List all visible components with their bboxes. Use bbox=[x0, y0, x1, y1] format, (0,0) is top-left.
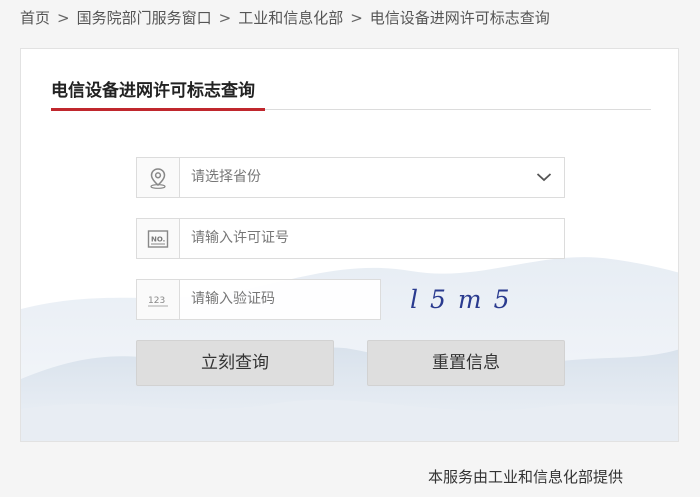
breadcrumb-miit[interactable]: 工业和信息化部 bbox=[238, 9, 343, 27]
breadcrumb-separator: > bbox=[350, 9, 363, 27]
license-number-placeholder: 请输入许可证号 bbox=[191, 230, 289, 246]
chevron-down-icon bbox=[536, 173, 552, 182]
provider-footer-text: 本服务由工业和信息化部提供 bbox=[428, 468, 624, 486]
reset-button[interactable]: 重置信息 bbox=[367, 340, 565, 386]
svg-text:NO.: NO. bbox=[151, 235, 165, 243]
card-title: 电信设备进网许可标志查询 bbox=[51, 81, 255, 101]
query-button[interactable]: 立刻查询 bbox=[136, 340, 334, 386]
captcha-placeholder: 请输入验证码 bbox=[191, 291, 275, 307]
province-select[interactable]: 请选择省份 bbox=[136, 157, 565, 198]
license-number-input[interactable]: NO. 请输入许可证号 bbox=[136, 218, 565, 259]
captcha-input[interactable]: 123 请输入验证码 bbox=[136, 279, 381, 320]
breadcrumb: 首页 > 国务院部门服务窗口 > 工业和信息化部 > 电信设备进网许可标志查询 bbox=[20, 6, 550, 30]
title-row: 电信设备进网许可标志查询 bbox=[51, 77, 651, 111]
captcha-image[interactable]: l5m5 bbox=[410, 282, 550, 318]
numeric-123-icon: 123 bbox=[137, 280, 180, 319]
breadcrumb-state-council[interactable]: 国务院部门服务窗口 bbox=[77, 9, 212, 27]
license-no-icon: NO. bbox=[137, 219, 180, 258]
title-accent-underline bbox=[51, 108, 265, 111]
svg-text:123: 123 bbox=[148, 296, 165, 306]
query-card: 电信设备进网许可标志查询 请选择省份 NO. 请输入许可证号 123 请输入验证… bbox=[20, 48, 679, 442]
breadcrumb-current: 电信设备进网许可标志查询 bbox=[369, 9, 550, 27]
breadcrumb-separator: > bbox=[218, 9, 232, 27]
breadcrumb-home[interactable]: 首页 bbox=[20, 9, 50, 27]
province-select-placeholder: 请选择省份 bbox=[191, 169, 261, 185]
breadcrumb-separator: > bbox=[57, 9, 70, 27]
location-pin-icon bbox=[137, 158, 180, 197]
